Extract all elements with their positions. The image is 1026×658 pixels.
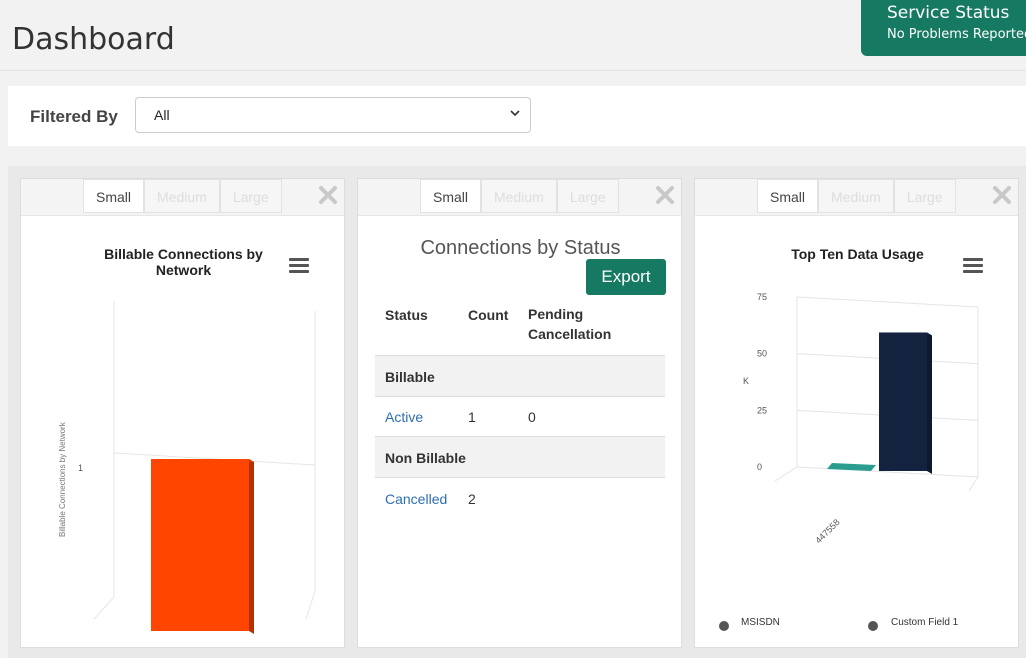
usage-chart: 75 50 25 0 K 447558	[743, 292, 979, 545]
table-row: Active 1 0	[375, 396, 665, 437]
group-label: Non Billable	[385, 450, 466, 466]
chart-grid	[774, 296, 979, 492]
page-title: Dashboard	[12, 22, 175, 57]
menu-icon[interactable]	[289, 258, 309, 274]
y-tick-label: 1	[78, 463, 83, 473]
menu-icon[interactable]	[963, 258, 983, 274]
header-pending-line1: Pending	[528, 306, 584, 322]
size-medium-button[interactable]: Medium	[144, 179, 220, 213]
widget-top-ten-data-usage: Small Medium Large Top Ten Data Usage 75…	[694, 178, 1019, 648]
size-medium-button[interactable]: Medium	[818, 179, 894, 213]
size-large-button[interactable]: Large	[556, 179, 619, 213]
widget-connections-by-status: Small Medium Large Connections by Status…	[357, 178, 682, 648]
y-tick-label: 50	[757, 349, 767, 359]
legend-label-custom-field[interactable]: Custom Field 1	[891, 617, 958, 628]
service-status-title: Service Status	[887, 3, 1010, 23]
service-status-banner[interactable]: Service Status No Problems Reported	[861, 0, 1026, 56]
y-axis-label: K	[743, 376, 749, 386]
y-axis-label: Billable Connections by Network	[58, 421, 67, 537]
y-ticks: 75 50 25 0	[757, 292, 767, 472]
y-tick-label: 25	[757, 405, 767, 415]
grid-line	[774, 466, 798, 482]
size-toggle: Small Medium Large	[420, 179, 619, 214]
chart-title: Top Ten Data Usage	[791, 246, 924, 262]
size-small-button[interactable]: Small	[757, 179, 819, 213]
grid-line	[796, 296, 979, 308]
bars-group	[151, 459, 254, 634]
pending-cell: 0	[528, 409, 536, 425]
close-icon[interactable]	[318, 185, 338, 205]
legend-label-msisdn[interactable]: MSISDN	[741, 617, 780, 628]
header-count: Count	[468, 307, 509, 323]
group-row-billable: Billable	[375, 355, 665, 396]
size-toggle: Small Medium Large	[757, 179, 956, 214]
service-status-text: No Problems Reported	[887, 27, 1026, 42]
size-toggle: Small Medium Large	[83, 179, 282, 214]
legend-marker-msisdn	[719, 621, 729, 631]
group-label: Billable	[385, 369, 435, 385]
header-status: Status	[385, 307, 428, 323]
status-link-active[interactable]: Active	[385, 409, 423, 425]
x-tick-label: 447558	[813, 517, 841, 545]
bar	[879, 332, 932, 474]
filter-value: All	[154, 107, 170, 123]
count-cell: 1	[468, 409, 476, 425]
header-pending-line2: Cancellation	[528, 326, 612, 342]
size-small-button[interactable]: Small	[420, 179, 482, 213]
header-pending: Pending Cancellation	[528, 304, 611, 344]
chart-title-line2: Network	[155, 262, 212, 278]
chart-title-line1: Billable Connections by	[104, 246, 263, 262]
size-large-button[interactable]: Large	[893, 179, 956, 213]
chart-title: Billable Connections by Network	[91, 246, 276, 278]
count-cell: 2	[468, 491, 476, 507]
size-small-button[interactable]: Small	[83, 179, 145, 213]
y-tick-label: 0	[757, 462, 762, 472]
filter-label: Filtered By	[30, 107, 118, 126]
widget-header: Small Medium Large	[21, 179, 344, 216]
y-tick-label: 75	[757, 292, 767, 302]
widget-billable-connections: Small Medium Large Billable Connections …	[20, 178, 345, 648]
close-icon[interactable]	[655, 185, 675, 205]
size-medium-button[interactable]: Medium	[481, 179, 557, 213]
chevron-down-icon	[510, 110, 520, 117]
divider	[0, 70, 1026, 71]
close-icon[interactable]	[992, 185, 1012, 205]
export-button[interactable]: Export	[586, 259, 666, 295]
billable-chart: 1 Billable Connections by Network	[58, 301, 316, 634]
legend-marker-custom-field	[868, 621, 878, 631]
table-row: Cancelled 2	[375, 477, 665, 518]
filter-select[interactable]: All	[135, 97, 531, 133]
status-link-cancelled[interactable]: Cancelled	[385, 491, 447, 507]
size-large-button[interactable]: Large	[219, 179, 282, 213]
widget-header: Small Medium Large	[358, 179, 681, 216]
bars-group	[827, 332, 932, 474]
table-title: Connections by Status	[420, 237, 621, 259]
bar	[827, 463, 876, 471]
filter-bar: Filtered By All	[8, 86, 1026, 146]
grid-line	[968, 476, 979, 492]
group-row-non-billable: Non Billable	[375, 436, 665, 477]
bar	[151, 459, 254, 634]
widget-header: Small Medium Large	[695, 179, 1018, 216]
